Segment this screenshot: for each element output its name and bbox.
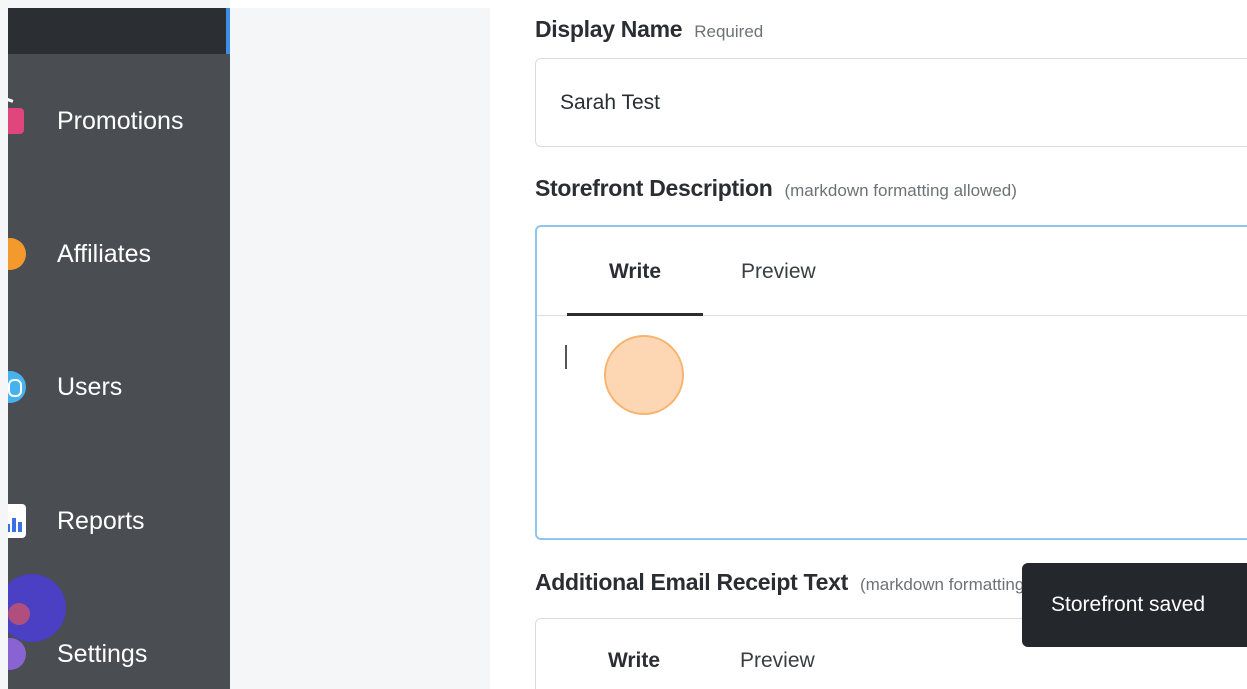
- active-tab-underline: [567, 313, 703, 316]
- sidebar-item-reports[interactable]: Reports: [8, 491, 230, 551]
- sidebar-item-label: Affiliates: [57, 239, 152, 268]
- tab-write[interactable]: Write: [566, 619, 702, 689]
- click-indicator: [604, 335, 684, 415]
- top-strip: [230, 0, 1247, 8]
- sidebar-item-label: Users: [57, 372, 123, 401]
- tab-write[interactable]: Write: [567, 227, 703, 316]
- settings-icon: [8, 638, 26, 670]
- display-name-input[interactable]: [535, 58, 1247, 147]
- email-receipt-label: Additional Email Receipt Text (markdown f…: [535, 569, 1093, 595]
- bar-chart-icon: [8, 504, 26, 538]
- active-indicator: [226, 8, 230, 54]
- sidebar-item-active[interactable]: [8, 8, 230, 54]
- sidebar: Promotions Affiliates Users Reports Sett…: [8, 8, 230, 689]
- editor-tabs: Write Preview: [537, 227, 1247, 316]
- storefront-description-editor: Write Preview: [535, 225, 1247, 540]
- markdown-hint: (markdown formatting allowed): [784, 181, 1017, 200]
- sidebar-item-users[interactable]: Users: [8, 357, 230, 417]
- toast-message: Storefront saved: [1051, 593, 1206, 616]
- sidebar-item-affiliates[interactable]: Affiliates: [8, 224, 230, 284]
- text-caret: [565, 345, 567, 369]
- notification-dot-icon: [8, 603, 30, 625]
- tab-preview[interactable]: Preview: [741, 227, 816, 316]
- storefront-description-label: Storefront Description (markdown formatti…: [535, 175, 1017, 201]
- tab-preview[interactable]: Preview: [740, 619, 815, 689]
- display-name-label: Display Name Required: [535, 16, 764, 42]
- shopping-basket-icon: [8, 96, 24, 134]
- sidebar-item-promotions[interactable]: Promotions: [8, 91, 230, 151]
- storefront-description-textarea[interactable]: [537, 317, 1247, 538]
- toast-notification: Storefront saved: [1022, 563, 1247, 647]
- sidebar-item-label: Settings: [57, 639, 148, 668]
- fingerprint-icon: [8, 371, 26, 403]
- sidebar-item-label: Reports: [57, 506, 145, 535]
- required-hint: Required: [694, 22, 764, 41]
- affiliates-icon: [8, 238, 26, 270]
- sidebar-item-label: Promotions: [57, 106, 184, 135]
